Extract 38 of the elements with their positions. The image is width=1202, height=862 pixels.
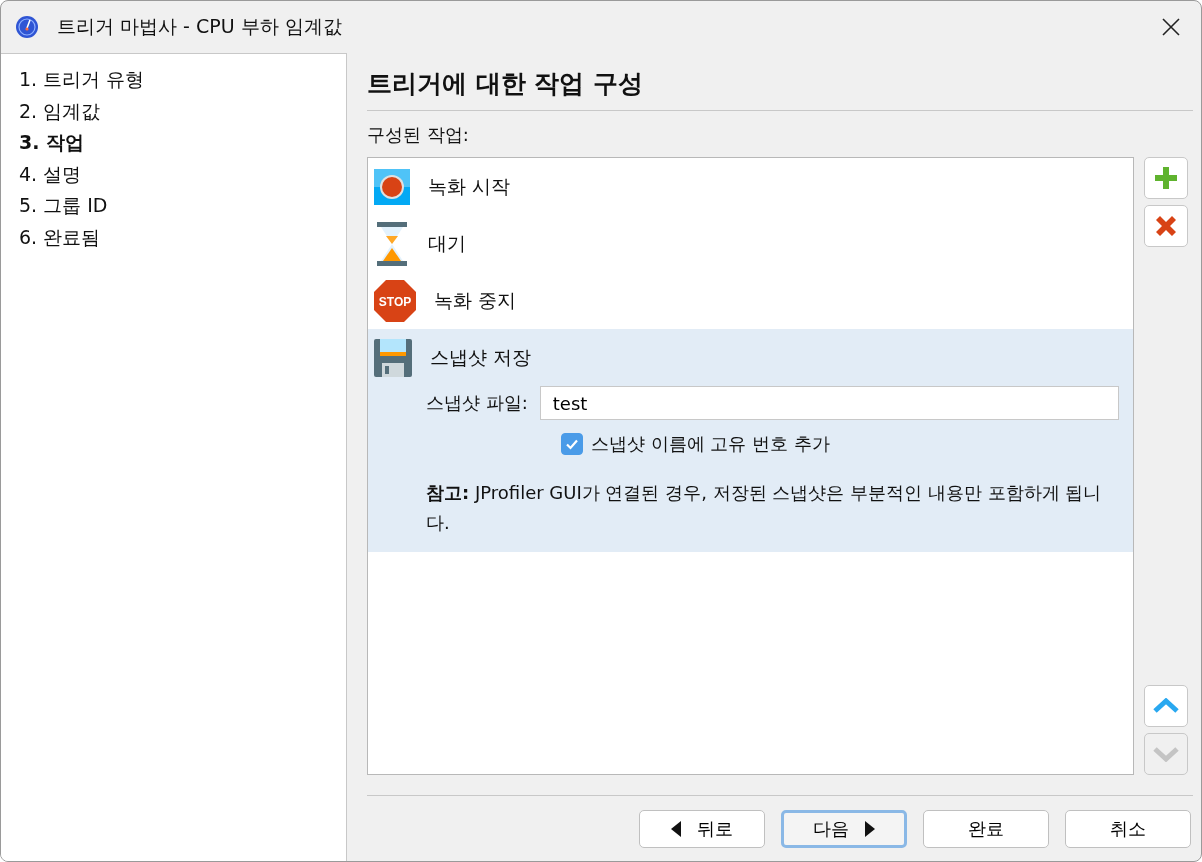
step-item: 6. 완료됨 <box>19 224 102 250</box>
window-title: 트리거 마법사 - CPU 부하 임계값 <box>57 14 343 39</box>
action-item[interactable]: 녹화 시작 <box>368 158 1133 215</box>
action-label: 대기 <box>428 230 466 256</box>
step-item: 3. 작업 <box>19 130 86 155</box>
footer-button[interactable]: 완료 <box>923 810 1049 848</box>
footer-button[interactable]: 취소 <box>1065 810 1191 848</box>
footer-button[interactable]: 뒤로 <box>639 810 765 848</box>
step-item: 1. 트리거 유형 <box>19 67 146 92</box>
triangle-right-icon <box>865 821 875 837</box>
gauge-icon <box>15 15 39 39</box>
hourglass-icon <box>374 221 410 266</box>
action-label: 스냅샷 저장 <box>430 344 532 370</box>
action-item[interactable]: 스냅샷 저장 스냅샷 파일: test 스냅샷 이름에 고유 번호 추가 참고: JProfiler GUI가 연결된 경우, 저장된 스냅샷은 부분적인 내용만 포함하게 됩니다. <box>368 329 1133 552</box>
plus-icon <box>1153 165 1179 191</box>
action-label: 녹화 시작 <box>428 173 511 199</box>
snapshot-file-field[interactable]: test <box>539 386 1119 420</box>
side-button[interactable] <box>1144 685 1188 727</box>
step-item: 5. 그룹 ID <box>19 193 109 218</box>
page-heading: 트리거에 대한 작업 구성 <box>367 68 645 100</box>
stop-sign-icon: STOP <box>374 279 416 322</box>
footer-button[interactable]: 다음 <box>781 810 907 848</box>
triangle-left-icon <box>671 821 681 837</box>
action-item[interactable]: 대기 <box>368 215 1133 272</box>
chevron-down-icon <box>1153 746 1179 762</box>
actions-label: 구성된 작업: <box>367 123 470 147</box>
checkbox[interactable] <box>561 433 583 455</box>
step-item: 2. 임계값 <box>19 98 102 124</box>
action-label: 녹화 중지 <box>434 287 517 313</box>
note-text: 참고: JProfiler GUI가 연결된 경우, 저장된 스냅샷은 부분적인 내용만 포함하게 됩니다. <box>426 481 1103 535</box>
side-button[interactable] <box>1144 205 1188 247</box>
record-icon <box>374 168 410 205</box>
action-item[interactable]: STOP 녹화 중지 <box>368 272 1133 329</box>
checkbox-label: 스냅샷 이름에 고유 번호 추가 <box>591 432 830 456</box>
side-button[interactable] <box>1144 157 1188 199</box>
step-item: 4. 설명 <box>19 161 83 187</box>
snapshot-file-label: 스냅샷 파일: <box>426 391 528 415</box>
chevron-up-icon <box>1153 698 1179 714</box>
